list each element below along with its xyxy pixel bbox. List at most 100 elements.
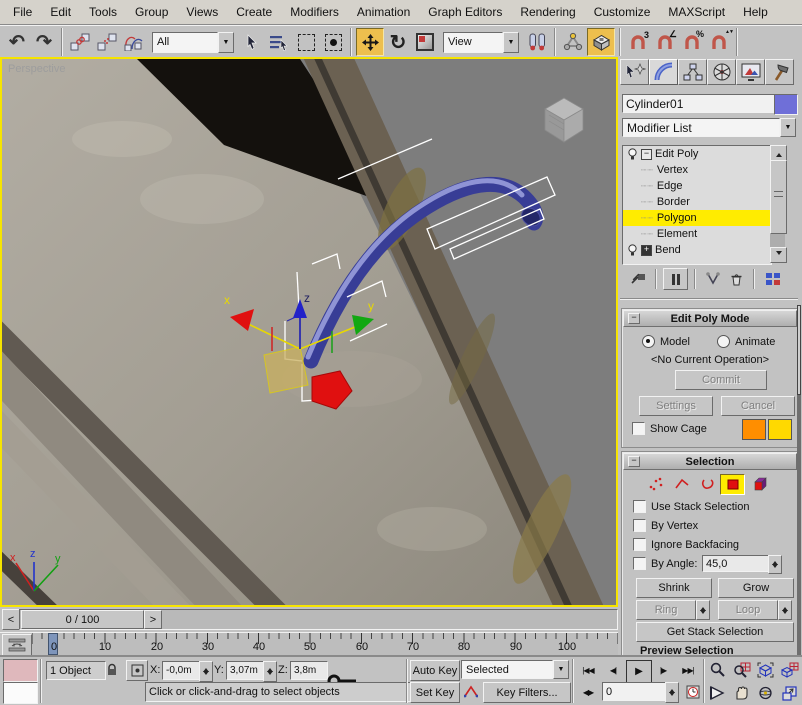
time-slider-next-button[interactable]: > (144, 610, 162, 629)
y-coord-spinner[interactable] (263, 661, 277, 682)
x-coord-spinner[interactable] (199, 661, 213, 682)
arc-rotate-button[interactable] (754, 682, 777, 703)
next-frame-button[interactable]: |▶ (651, 660, 675, 681)
menu-create[interactable]: Create (227, 2, 281, 22)
menu-modifiers[interactable]: Modifiers (281, 2, 348, 22)
cancel-button[interactable]: Cancel (721, 396, 795, 416)
pan-button[interactable] (730, 682, 753, 703)
bind-to-space-warp-button[interactable] (121, 29, 147, 55)
tab-display[interactable] (736, 59, 765, 85)
tab-utilities[interactable] (765, 59, 794, 85)
frame-spinner[interactable] (665, 682, 679, 703)
mini-curve-editor-button[interactable] (2, 634, 32, 656)
time-configuration-button[interactable] (684, 682, 702, 701)
go-to-start-button[interactable]: |◀◀ (576, 660, 600, 681)
by-vertex-checkbox[interactable]: By Vertex (633, 519, 698, 532)
stack-item-edge[interactable]: ┈┈Edge (623, 178, 771, 194)
key-mode-dropdown[interactable]: Selected ▼ (461, 660, 569, 679)
select-and-manipulate-button[interactable] (560, 29, 586, 55)
loop-button[interactable]: Loop (718, 600, 778, 620)
menu-tools[interactable]: Tools (80, 2, 126, 22)
stack-item-bend[interactable]: + Bend (623, 242, 771, 258)
menu-group[interactable]: Group (126, 2, 177, 22)
selection-header[interactable]: − Selection (623, 453, 797, 470)
selection-lock-toggle[interactable] (102, 660, 121, 679)
stack-item-border[interactable]: ┈┈Border (623, 194, 771, 210)
show-cage-checkbox[interactable]: Show Cage (632, 422, 707, 435)
make-unique-button[interactable] (702, 269, 723, 289)
radio-icon[interactable] (642, 335, 655, 348)
radio-icon[interactable] (717, 335, 730, 348)
select-object-button[interactable] (239, 29, 265, 55)
current-frame-field[interactable]: 0 (602, 682, 672, 701)
menu-rendering[interactable]: Rendering (511, 2, 584, 22)
cage-selected-color-swatch[interactable] (768, 419, 792, 440)
perspective-viewport[interactable]: x y z x z y Perspective (0, 57, 618, 607)
menu-views[interactable]: Views (177, 2, 227, 22)
stack-item-polygon[interactable]: ┈┈Polygon (623, 210, 771, 226)
loop-spinner[interactable] (778, 600, 792, 620)
collapse-rollout-icon[interactable]: − (628, 456, 640, 467)
stack-item-element[interactable]: ┈┈Element (623, 226, 771, 242)
zoom-extents-all-button[interactable] (778, 659, 801, 680)
unlink-button[interactable] (94, 29, 120, 55)
commit-button[interactable]: Commit (675, 370, 767, 390)
by-angle-checkbox[interactable]: By Angle: (633, 557, 697, 570)
ring-button[interactable]: Ring (636, 600, 696, 620)
shrink-button[interactable]: Shrink (636, 578, 712, 598)
expand-icon[interactable]: + (641, 245, 652, 256)
ignore-backfacing-checkbox[interactable]: Ignore Backfacing (633, 538, 739, 551)
get-stack-selection-button[interactable]: Get Stack Selection (636, 622, 794, 642)
select-and-scale-button[interactable] (412, 29, 438, 55)
previous-frame-button[interactable]: ◀| (601, 660, 625, 681)
menu-edit[interactable]: Edit (41, 2, 80, 22)
stack-item-edit-poly[interactable]: − Edit Poly (623, 146, 771, 162)
dropdown-arrow-icon[interactable]: ▼ (503, 32, 519, 53)
redo-button[interactable]: ↷ (31, 29, 57, 55)
panel-scrollbar[interactable] (797, 305, 801, 655)
animate-radio[interactable]: Animate (717, 335, 775, 348)
polygon-subobject-button[interactable] (720, 474, 745, 495)
select-and-move-button[interactable] (356, 28, 384, 56)
scroll-down-button[interactable] (770, 247, 787, 263)
time-slider-prev-button[interactable]: < (2, 609, 20, 630)
window-crossing-button[interactable] (320, 29, 346, 55)
object-color-swatch[interactable] (774, 94, 798, 115)
modifier-list-dropdown[interactable]: Modifier List ▼ (622, 118, 796, 137)
configure-modifier-sets-button[interactable] (761, 269, 784, 289)
dropdown-arrow-icon[interactable]: ▼ (553, 660, 569, 679)
element-subobject-button[interactable] (748, 474, 771, 493)
remove-modifier-button[interactable] (726, 269, 747, 289)
min-max-toggle-button[interactable] (778, 682, 801, 703)
scroll-up-button[interactable] (770, 145, 787, 161)
spinner-snap-button[interactable]: ▲▼ (706, 29, 732, 55)
grow-button[interactable]: Grow (718, 578, 794, 598)
listener-macro-line[interactable] (3, 659, 38, 682)
scroll-thumb[interactable] (770, 160, 787, 234)
dropdown-arrow-icon[interactable]: ▼ (780, 118, 796, 137)
by-angle-field[interactable]: 45,0 (702, 555, 770, 572)
set-key-button[interactable]: Set Key (410, 682, 460, 703)
select-by-name-button[interactable] (266, 29, 292, 55)
edit-poly-mode-header[interactable]: − Edit Poly Mode (623, 310, 797, 327)
default-tangent-button[interactable] (461, 682, 480, 701)
menu-animation[interactable]: Animation (348, 2, 419, 22)
zoom-button[interactable] (706, 659, 729, 680)
use-stack-selection-checkbox[interactable]: Use Stack Selection (633, 500, 749, 513)
selection-filter-dropdown[interactable]: All ▼ (152, 32, 234, 53)
cage-color-swatch[interactable] (742, 419, 766, 440)
by-angle-spinner[interactable] (768, 555, 782, 574)
rectangular-selection-region-button[interactable] (293, 29, 319, 55)
undo-button[interactable]: ↶ (4, 29, 30, 55)
viewport-label[interactable]: Perspective (8, 63, 65, 75)
menu-maxscript[interactable]: MAXScript (659, 2, 734, 22)
snaps-toggle-button[interactable]: 3 (625, 29, 651, 55)
go-to-end-button[interactable]: ▶▶| (676, 660, 700, 681)
track-bar-ruler[interactable]: 0 10 20 30 40 50 60 70 80 90 100 (32, 633, 618, 657)
tab-motion[interactable] (707, 59, 736, 85)
checkbox-icon[interactable] (632, 422, 645, 435)
menu-help[interactable]: Help (734, 2, 777, 22)
zoom-all-button[interactable] (730, 659, 753, 680)
checkbox-icon[interactable] (633, 519, 646, 532)
border-subobject-button[interactable] (696, 474, 719, 493)
